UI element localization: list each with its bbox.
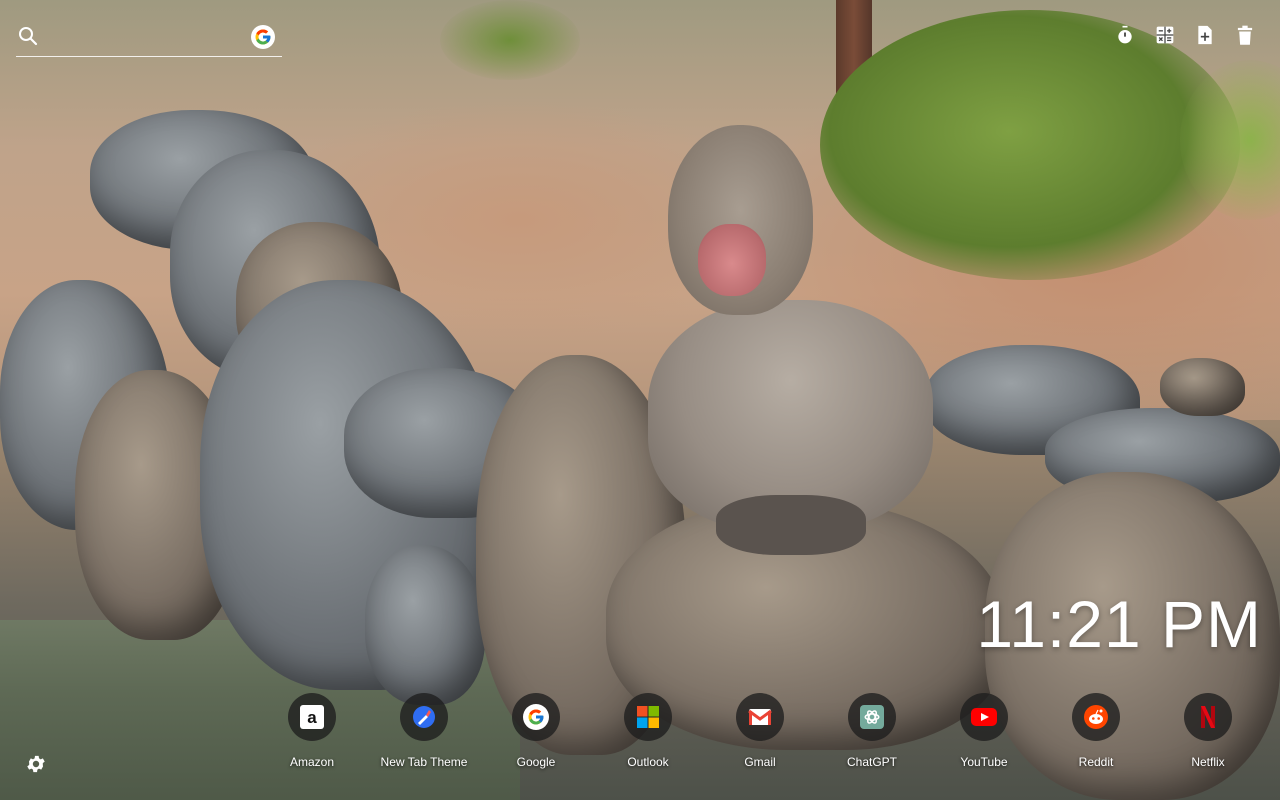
youtube-icon: [960, 693, 1008, 741]
app-shortcut-outlook[interactable]: Outlook: [592, 693, 704, 769]
clock-time: 11:21 PM: [976, 587, 1262, 661]
app-shortcut-gmail[interactable]: Gmail: [704, 693, 816, 769]
timer-icon[interactable]: [1114, 24, 1136, 46]
app-label: YouTube: [960, 755, 1008, 769]
gmail-icon: [736, 693, 784, 741]
wallpaper-bush: [440, 0, 580, 80]
app-shortcut-youtube[interactable]: YouTube: [928, 693, 1040, 769]
trash-icon[interactable]: [1234, 24, 1256, 46]
google-icon: [512, 693, 560, 741]
gear-icon[interactable]: [25, 753, 47, 775]
search-bar[interactable]: [16, 24, 282, 57]
wallpaper-rock: [365, 545, 485, 705]
app-shortcut-reddit[interactable]: Reddit: [1040, 693, 1152, 769]
chatgpt-icon: [848, 693, 896, 741]
app-shortcuts: a Amazon New Tab Theme Google Outlook Gm…: [256, 693, 1266, 769]
app-label: New Tab Theme: [380, 755, 468, 769]
new-tab-theme-icon: [400, 693, 448, 741]
search-icon: [18, 26, 38, 46]
add-note-icon[interactable]: [1194, 24, 1216, 46]
app-label: Google: [516, 755, 556, 769]
wallpaper-monkey-face: [698, 224, 766, 296]
wallpaper: [0, 0, 1280, 800]
app-shortcut-google[interactable]: Google: [480, 693, 592, 769]
reddit-icon: [1072, 693, 1120, 741]
app-label: Amazon: [289, 755, 335, 769]
app-shortcut-new-tab-theme[interactable]: New Tab Theme: [368, 693, 480, 769]
wallpaper-monkey-feet: [716, 495, 866, 555]
app-label: Reddit: [1078, 755, 1114, 769]
app-label: ChatGPT: [846, 755, 897, 769]
app-shortcut-amazon[interactable]: a Amazon: [256, 693, 368, 769]
wallpaper-bush: [820, 10, 1240, 280]
app-shortcut-chatgpt[interactable]: ChatGPT: [816, 693, 928, 769]
wallpaper-rock: [1160, 358, 1245, 416]
netflix-icon: [1184, 693, 1232, 741]
google-icon[interactable]: [251, 25, 275, 49]
top-toolbar: [1114, 24, 1256, 46]
outlook-icon: [624, 693, 672, 741]
search-input[interactable]: [50, 24, 254, 52]
amazon-icon: a: [288, 693, 336, 741]
app-label: Netflix: [1191, 755, 1225, 769]
app-shortcut-netflix[interactable]: Netflix: [1152, 693, 1264, 769]
app-label: Outlook: [627, 755, 669, 769]
calculator-icon[interactable]: [1154, 24, 1176, 46]
app-label: Gmail: [744, 755, 776, 769]
